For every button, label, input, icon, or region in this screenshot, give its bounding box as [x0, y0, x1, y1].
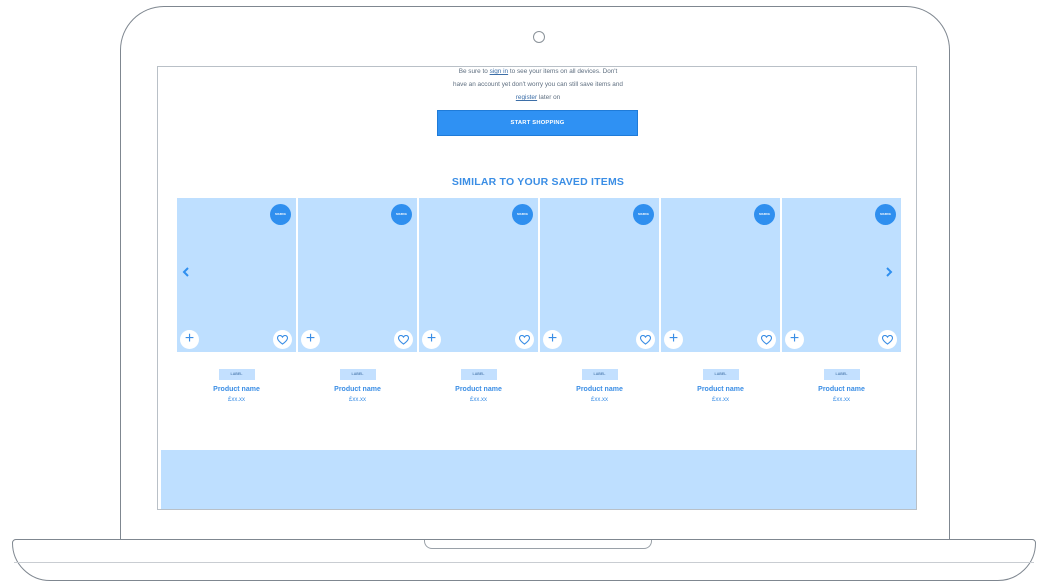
product-card[interactable]: SOURCE + [661, 198, 780, 352]
heart-icon [640, 334, 651, 345]
product-info: LABEL Product name £xx.xx [782, 362, 901, 403]
source-badge: SOURCE [633, 204, 654, 225]
product-info: LABEL Product name £xx.xx [540, 362, 659, 403]
camera-icon [533, 31, 545, 43]
product-label: LABEL [823, 369, 860, 380]
source-badge: SOURCE [875, 204, 896, 225]
section-title: SIMILAR TO YOUR SAVED ITEMS [451, 176, 625, 188]
product-label: LABEL [581, 369, 618, 380]
product-info: LABEL Product name £xx.xx [177, 362, 296, 403]
product-info: LABEL Product name £xx.xx [419, 362, 538, 403]
plus-icon: + [547, 330, 558, 347]
favourite-button[interactable] [394, 330, 413, 349]
product-label: LABEL [218, 369, 255, 380]
intro-text-pre: Be sure to [458, 68, 490, 75]
intro-text-post: to see your items on all devices. Don't [508, 68, 618, 75]
product-card[interactable]: SOURCE + [177, 198, 296, 352]
product-name[interactable]: Product name [419, 386, 538, 393]
favourite-button[interactable] [636, 330, 655, 349]
product-price: £xx.xx [348, 397, 366, 403]
intro-line-3: later on [537, 94, 561, 101]
product-name[interactable]: Product name [177, 386, 296, 393]
product-label: LABEL [339, 369, 376, 380]
product-label: LABEL [702, 369, 739, 380]
start-shopping-button[interactable]: START SHOPPING [437, 110, 638, 136]
carousel-next-button[interactable] [885, 264, 893, 280]
source-badge: SOURCE [512, 204, 533, 225]
heart-icon [398, 334, 409, 345]
heart-icon [519, 334, 530, 345]
product-name[interactable]: Product name [298, 386, 417, 393]
plus-icon: + [184, 330, 195, 347]
product-price: £xx.xx [832, 397, 850, 403]
plus-icon: + [305, 330, 316, 347]
product-price: £xx.xx [711, 397, 729, 403]
product-price: £xx.xx [469, 397, 487, 403]
product-price: £xx.xx [590, 397, 608, 403]
intro-line-2: have an account yet don't worry you can … [453, 81, 623, 88]
carousel-prev-button[interactable] [182, 264, 190, 280]
product-card[interactable]: SOURCE + [782, 198, 901, 352]
plus-icon: + [426, 330, 437, 347]
screen: Be sure to sign in to see your items on … [157, 66, 917, 510]
favourite-button[interactable] [515, 330, 534, 349]
sign-in-link[interactable]: sign in [490, 68, 508, 75]
favourite-button[interactable] [757, 330, 776, 349]
product-label: LABEL [460, 369, 497, 380]
product-info: LABEL Product name £xx.xx [298, 362, 417, 403]
product-name[interactable]: Product name [540, 386, 659, 393]
heart-icon [277, 334, 288, 345]
heart-icon [882, 334, 893, 345]
product-name[interactable]: Product name [661, 386, 780, 393]
product-carousel: SOURCE + SOURCE + SOURCE + SOURCE + SOUR… [177, 198, 901, 352]
source-badge: SOURCE [391, 204, 412, 225]
product-card[interactable]: SOURCE + [298, 198, 417, 352]
add-button[interactable]: + [180, 330, 199, 349]
add-button[interactable]: + [422, 330, 441, 349]
add-button[interactable]: + [301, 330, 320, 349]
signin-message: Be sure to sign in to see your items on … [158, 67, 916, 104]
add-button[interactable]: + [785, 330, 804, 349]
plus-icon: + [668, 330, 679, 347]
heart-icon [761, 334, 772, 345]
source-badge: SOURCE [754, 204, 775, 225]
product-name[interactable]: Product name [782, 386, 901, 393]
product-card[interactable]: SOURCE + [419, 198, 538, 352]
chevron-left-icon [182, 267, 189, 277]
product-price: £xx.xx [227, 397, 245, 403]
favourite-button[interactable] [273, 330, 292, 349]
chevron-right-icon [886, 267, 893, 277]
plus-icon: + [789, 330, 800, 347]
add-button[interactable]: + [543, 330, 562, 349]
product-info: LABEL Product name £xx.xx [661, 362, 780, 403]
source-badge: SOURCE [270, 204, 291, 225]
add-button[interactable]: + [664, 330, 683, 349]
laptop-notch [424, 540, 652, 549]
register-link[interactable]: register [516, 94, 537, 101]
product-card[interactable]: SOURCE + [540, 198, 659, 352]
laptop-base-edge [14, 562, 1034, 563]
footer-placeholder [161, 450, 916, 509]
favourite-button[interactable] [878, 330, 897, 349]
